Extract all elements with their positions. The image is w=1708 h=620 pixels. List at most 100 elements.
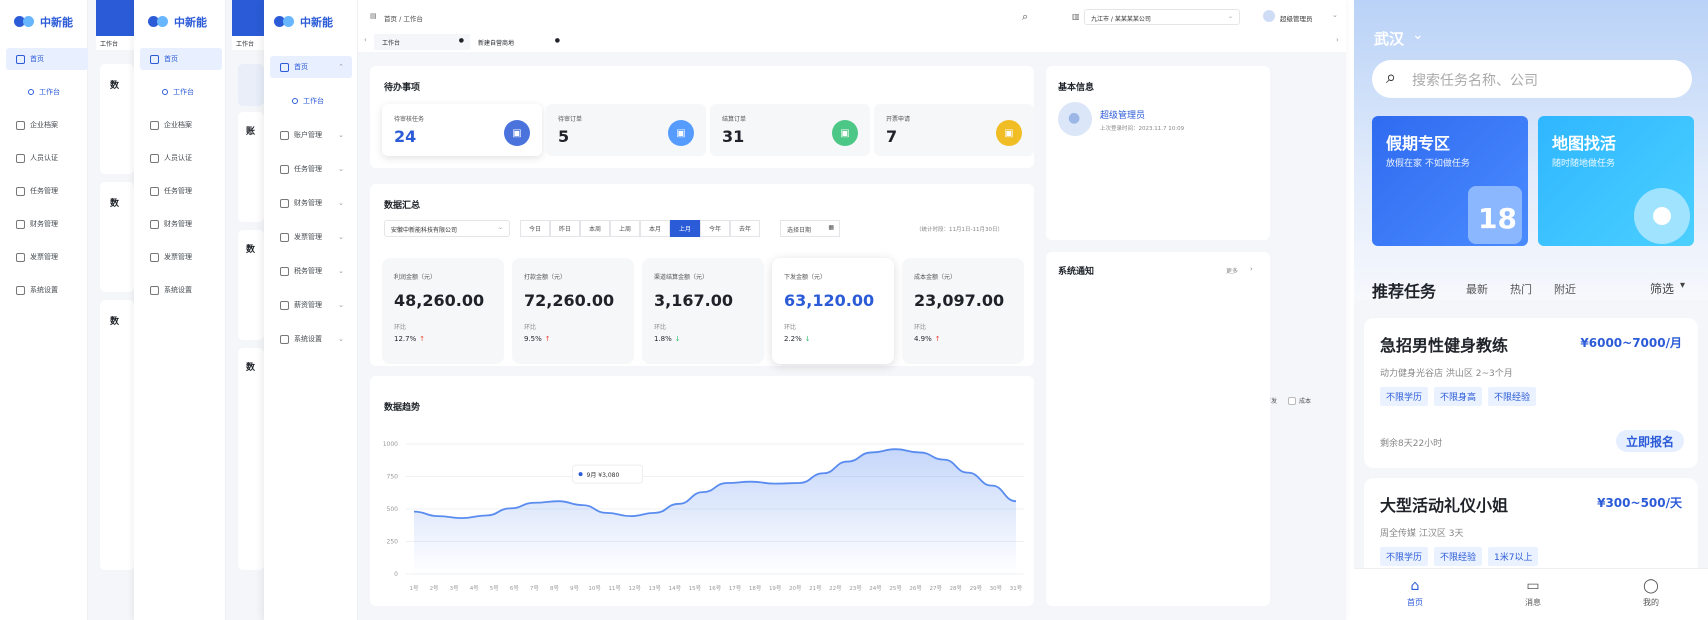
sidebar-item[interactable]: 首页 — [6, 48, 88, 70]
todo-item[interactable]: 开票申请 7 ▣ — [874, 104, 1034, 156]
todo-icon: ▣ — [668, 120, 694, 146]
period-1[interactable]: 昨日 — [550, 220, 580, 237]
task-pay: ¥300~500/天 — [1597, 496, 1682, 510]
sidebar-item[interactable]: 发票管理 — [140, 246, 222, 268]
stat-pct: 9.5% — [524, 335, 542, 343]
todo-item[interactable]: 结算订单 31 ▣ — [710, 104, 870, 156]
brand-name: 中新能 — [300, 16, 333, 29]
sidebar-item[interactable]: 薪资管理 ⌄ — [270, 294, 352, 316]
stat-card[interactable]: 利润金额（元） 48,260.00 环比 12.7% ↑ — [382, 258, 504, 364]
search-icon[interactable]: ⌕ — [1022, 10, 1028, 24]
x-tick-label: 29号 — [970, 585, 983, 592]
sidebar-item[interactable]: 企业档案 — [6, 114, 88, 136]
period-5[interactable]: 上月 — [670, 220, 700, 237]
more-link[interactable]: 更多 — [1226, 266, 1238, 275]
sidebar-item[interactable]: 系统设置 — [140, 279, 222, 301]
todo-item[interactable]: 待审核任务 24 ▣ — [382, 104, 542, 156]
task-card[interactable]: 急招男性健身教练 ¥6000~7000/月 动力健身光谷店 洪山区 2~3个月 … — [1364, 318, 1698, 468]
home-icon: ⌂ — [1410, 578, 1420, 594]
tab-1[interactable]: ▭ 消息 — [1518, 578, 1548, 608]
sidebar-item[interactable]: 企业档案 — [140, 114, 222, 136]
nav-icon — [150, 186, 159, 196]
sidebar-item[interactable]: 税务管理 ⌄ — [270, 260, 352, 282]
todo-item[interactable]: 待审订单 5 ▣ — [546, 104, 706, 156]
period-6[interactable]: 今年 — [700, 220, 730, 237]
user-avatar[interactable] — [1263, 10, 1275, 22]
stat-card[interactable]: 下发金额（元） 63,120.00 环比 2.2% ↓ — [772, 258, 894, 364]
arrow-up-icon: ↑ — [544, 335, 551, 343]
date-picker[interactable]: 选择日期 ▦ — [780, 220, 840, 237]
collapse-icon[interactable]: ▤ — [370, 12, 377, 20]
period-3[interactable]: 上周 — [610, 220, 640, 237]
tab-new-merchant[interactable]: 新建自营商地 ● — [470, 34, 566, 50]
sidebar-item[interactable]: 系统设置 — [6, 279, 88, 301]
x-tick-label: 2号 — [430, 585, 439, 592]
company-filter-select[interactable]: 安徽中新能科技有限公司 ⌄ — [384, 220, 510, 237]
period-0[interactable]: 今日 — [520, 220, 550, 237]
tab-scroll-left-icon[interactable]: ‹ — [364, 36, 367, 44]
tab-0[interactable]: ⌂ 首页 — [1400, 578, 1430, 608]
nav-icon — [150, 120, 159, 130]
period-2[interactable]: 本周 — [580, 220, 610, 237]
sidebar-item[interactable]: 任务管理 ⌄ — [270, 158, 352, 180]
sidebar-item[interactable]: 财务管理 — [6, 213, 88, 235]
sidebar-item[interactable]: 发票管理 — [6, 246, 88, 268]
chevron-down-icon: ⌄ — [1412, 27, 1424, 43]
sidebar-item[interactable]: 首页 — [140, 48, 222, 70]
tab-workbench[interactable]: 工作台 ● — [374, 34, 470, 50]
filter-button[interactable]: 筛选 — [1650, 280, 1674, 297]
back-tab[interactable]: 工作台 — [96, 36, 134, 50]
x-tick-label: 16号 — [709, 585, 722, 592]
apply-button[interactable]: 立即报名 — [1616, 430, 1684, 452]
promo-map[interactable]: 地图找活 随时随地做任务 — [1538, 116, 1694, 246]
search-input[interactable]: ⌕ 搜索任务名称、公司 — [1372, 60, 1692, 98]
nav-icon — [150, 285, 159, 295]
area-fill — [414, 449, 1016, 574]
task-tab[interactable]: 附近 — [1554, 281, 1576, 297]
peek-text: 数 — [246, 245, 256, 255]
period-7[interactable]: 去年 — [730, 220, 760, 237]
brand-name: 中新能 — [40, 16, 73, 29]
sidebar-item[interactable]: 发票管理 ⌄ — [270, 226, 352, 248]
tab-2[interactable]: ◯ 我的 — [1636, 578, 1666, 608]
sidebar-item[interactable]: 工作台 — [140, 81, 222, 103]
sidebar-item[interactable]: 任务管理 — [6, 180, 88, 202]
sidebar-item[interactable]: 人员认证 — [140, 147, 222, 169]
sidebar-item[interactable]: 首页 ⌃ — [270, 56, 352, 78]
sidebar-item[interactable]: 工作台 — [270, 90, 352, 112]
legend-item[interactable]: 成本 — [1288, 396, 1311, 405]
task-tab[interactable]: 最新 — [1466, 281, 1488, 297]
stat-card[interactable]: 打款金额（元） 72,260.00 环比 9.5% ↑ — [512, 258, 634, 364]
sidebar-item[interactable]: 财务管理 — [140, 213, 222, 235]
sidebar-item[interactable]: 工作台 — [6, 81, 88, 103]
tab-scroll-right-icon[interactable]: › — [1336, 36, 1339, 44]
close-icon[interactable]: ● — [555, 37, 560, 44]
period-4[interactable]: 本月 — [640, 220, 670, 237]
sidebar-item[interactable]: 财务管理 ⌄ — [270, 192, 352, 214]
stat-card[interactable]: 渠道结算金额（元） 3,167.00 环比 1.8% ↓ — [642, 258, 764, 364]
close-icon[interactable]: ● — [459, 37, 464, 44]
notice-card: 系统通知 更多 › — [1046, 252, 1270, 606]
tab-label: 工作台 — [382, 40, 401, 47]
user-name[interactable]: 超级管理员 — [1280, 13, 1313, 23]
nav-icon — [280, 266, 289, 276]
sidebar-item[interactable]: 系统设置 ⌄ — [270, 328, 352, 350]
stat-card[interactable]: 成本金额（元） 23,097.00 环比 4.9% ↑ — [902, 258, 1024, 364]
x-tick-label: 19号 — [769, 585, 782, 592]
promo-holiday[interactable]: 假期专区 放假在家 不如做任务 18 — [1372, 116, 1528, 246]
task-tab[interactable]: 热门 — [1510, 281, 1532, 297]
back-tab[interactable]: 工作台 — [232, 36, 264, 50]
stat-pct: 12.7% — [394, 335, 417, 343]
sidebar-item-label: 发票管理 — [30, 253, 58, 261]
y-tick-label: 750 — [387, 474, 399, 481]
sidebar-item[interactable]: 人员认证 — [6, 147, 88, 169]
trend-title: 数据趋势 — [384, 403, 421, 413]
compare-label: 环比 — [524, 324, 537, 331]
city-selector[interactable]: 武汉 — [1374, 28, 1404, 49]
sidebar-item[interactable]: 账户管理 ⌄ — [270, 124, 352, 146]
back-card: 账 — [238, 112, 264, 222]
company-select[interactable]: 九江市 / 某某某某公司 ⌄ — [1084, 9, 1240, 25]
sidebar-item[interactable]: 任务管理 — [140, 180, 222, 202]
x-tick-label: 17号 — [729, 585, 742, 592]
task-pay: ¥6000~7000/月 — [1580, 336, 1682, 350]
